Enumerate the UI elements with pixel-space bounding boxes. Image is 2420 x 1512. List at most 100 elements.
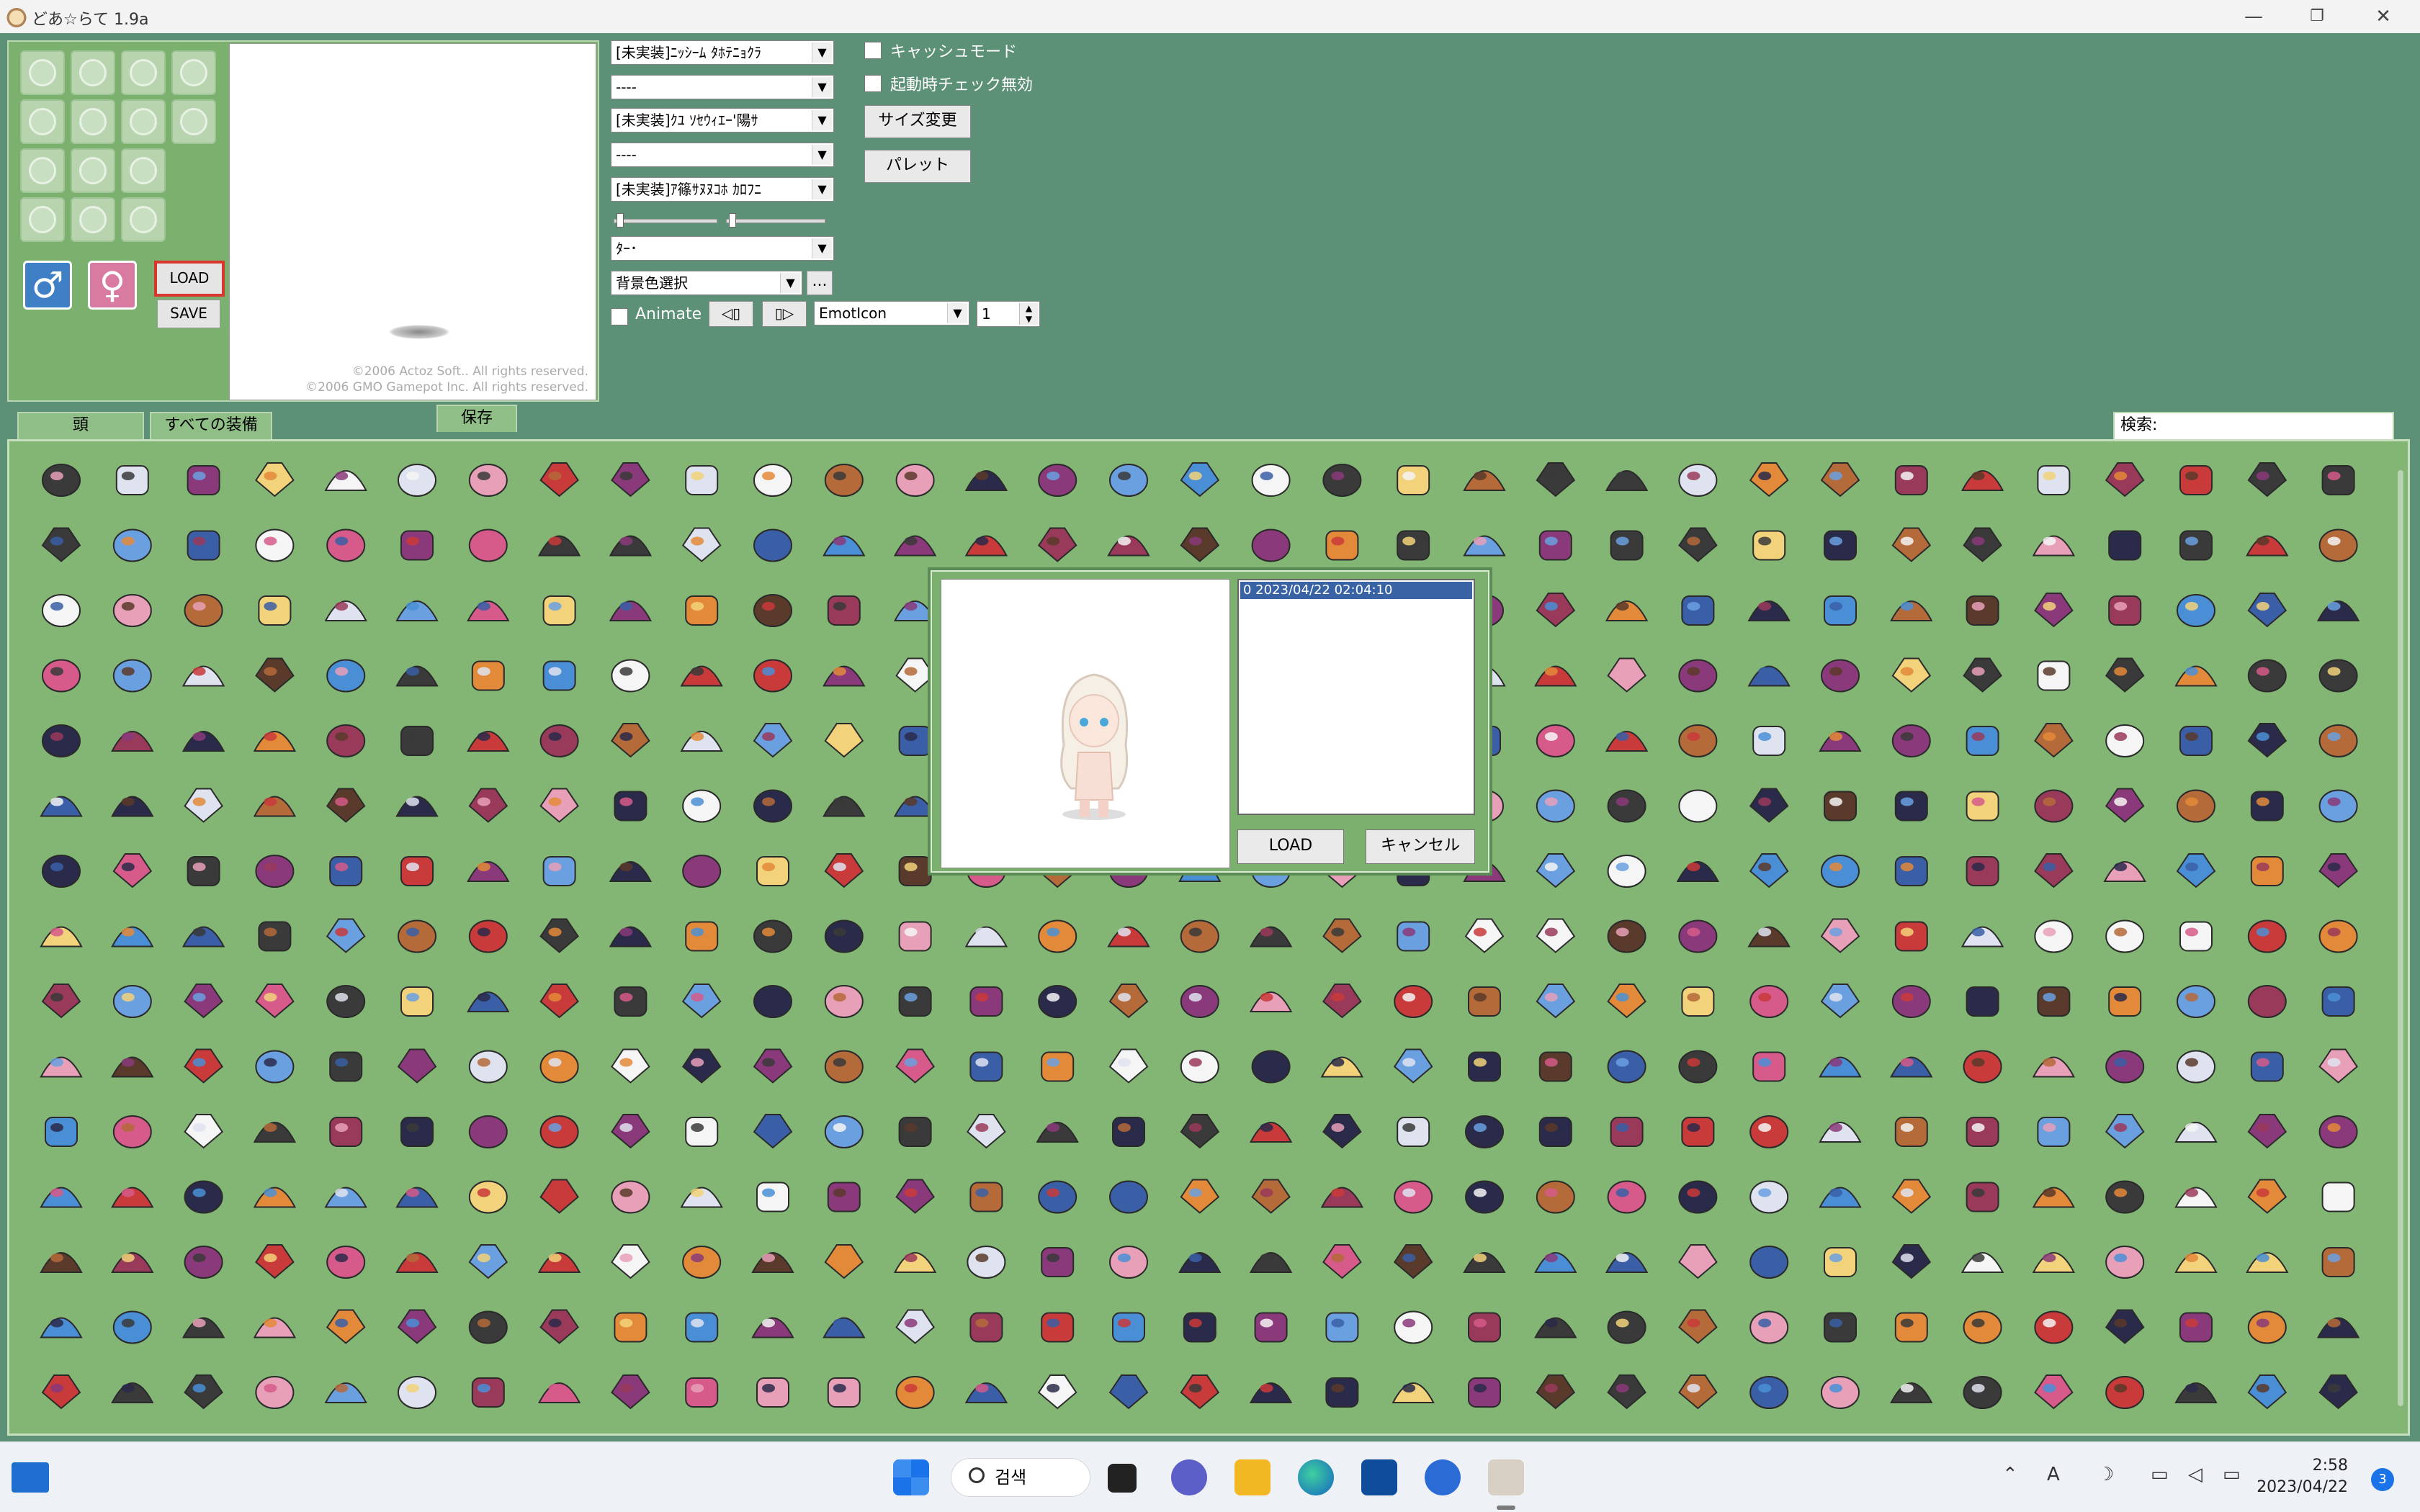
item-icon[interactable] — [326, 724, 366, 757]
item-icon[interactable] — [41, 1374, 81, 1410]
item-icon[interactable] — [898, 856, 932, 886]
task-view-icon[interactable] — [1108, 1464, 1137, 1493]
moon-icon[interactable]: ☽ — [2097, 1464, 2114, 1485]
item-icon[interactable] — [1678, 1309, 1718, 1344]
palette-button[interactable]: パレット — [864, 150, 971, 183]
item-icon[interactable] — [614, 791, 647, 822]
item-icon[interactable] — [685, 921, 719, 952]
taskbar-search[interactable]: 검색 — [951, 1458, 1090, 1497]
item-icon[interactable] — [112, 1310, 152, 1344]
item-icon[interactable] — [1325, 1377, 1359, 1408]
item-icon[interactable] — [397, 1309, 437, 1344]
item-icon[interactable] — [1180, 527, 1220, 562]
item-icon[interactable] — [2103, 861, 2146, 882]
item-icon[interactable] — [1180, 1179, 1220, 1214]
item-icon[interactable] — [1891, 1244, 1932, 1279]
item-icon[interactable] — [1890, 600, 1933, 621]
item-icon[interactable] — [1036, 1122, 1079, 1143]
item-icon[interactable] — [1605, 470, 1649, 491]
item-icon[interactable] — [2318, 789, 2358, 823]
item-icon[interactable] — [609, 600, 653, 621]
item-icon[interactable] — [1891, 527, 1932, 562]
item-icon[interactable] — [1824, 1247, 1857, 1277]
item-icon[interactable] — [467, 861, 510, 882]
item-icon[interactable] — [1607, 855, 1646, 888]
item-icon[interactable] — [753, 594, 792, 627]
item-icon[interactable] — [1325, 530, 1359, 561]
item-icon[interactable] — [895, 1048, 935, 1084]
item-icon[interactable] — [682, 855, 722, 888]
item-icon[interactable] — [964, 926, 1008, 948]
dialog-cancel-button[interactable]: キャンセル — [1366, 829, 1475, 864]
item-icon[interactable] — [1605, 600, 1649, 621]
item-icon[interactable] — [42, 659, 81, 693]
item-icon[interactable] — [1536, 1180, 1575, 1214]
item-icon[interactable] — [1538, 530, 1572, 561]
item-icon[interactable] — [964, 470, 1008, 491]
item-icon[interactable] — [2105, 1246, 2145, 1279]
item-icon[interactable] — [1534, 1252, 1577, 1273]
item-icon[interactable] — [2250, 791, 2284, 822]
item-icon[interactable] — [1109, 1246, 1148, 1279]
hair-color-select[interactable]: ---- ▼ — [611, 75, 834, 99]
item-icon[interactable] — [1752, 1051, 1786, 1082]
item-icon[interactable] — [2176, 853, 2216, 888]
item-icon[interactable] — [395, 1252, 439, 1273]
item-icon[interactable] — [682, 789, 722, 823]
item-icon[interactable] — [2321, 1247, 2355, 1277]
item-icon[interactable] — [400, 986, 434, 1017]
item-icon[interactable] — [2250, 1051, 2284, 1082]
item-icon[interactable] — [468, 1050, 508, 1084]
item-icon[interactable] — [2177, 789, 2215, 823]
item-icon[interactable] — [2034, 1374, 2074, 1410]
item-icon[interactable] — [41, 527, 81, 562]
item-icon[interactable] — [753, 723, 793, 758]
item-icon[interactable] — [681, 984, 722, 1019]
item-icon[interactable] — [111, 1187, 154, 1208]
item-icon[interactable] — [324, 1187, 367, 1208]
item-icon[interactable] — [326, 528, 366, 562]
item-icon[interactable] — [1820, 984, 1860, 1019]
item-icon[interactable] — [1749, 1115, 1789, 1148]
item-icon[interactable] — [1536, 984, 1576, 1019]
item-icon[interactable] — [40, 926, 83, 948]
item-icon[interactable] — [542, 856, 576, 886]
item-icon[interactable] — [893, 535, 937, 557]
item-icon[interactable] — [1891, 724, 1931, 757]
item-icon[interactable] — [471, 1377, 505, 1408]
item-icon[interactable] — [1678, 1244, 1718, 1279]
item-icon[interactable] — [2105, 1050, 2145, 1084]
item-icon[interactable] — [1180, 919, 1219, 953]
item-icon[interactable] — [395, 600, 439, 621]
item-icon[interactable] — [1966, 726, 1999, 756]
close-button[interactable]: ✕ — [2351, 1, 2416, 32]
item-icon[interactable] — [685, 1117, 719, 1147]
item-icon[interactable] — [255, 1376, 295, 1409]
item-icon[interactable] — [969, 1182, 1003, 1212]
item-icon[interactable] — [2174, 1252, 2218, 1273]
dialog-load-button[interactable]: LOAD — [1237, 829, 1344, 864]
item-icon[interactable] — [1180, 1374, 1220, 1410]
item-icon[interactable] — [1678, 1050, 1718, 1084]
item-icon[interactable] — [2108, 530, 2142, 561]
item-icon[interactable] — [2105, 724, 2145, 757]
item-icon[interactable] — [1678, 527, 1718, 562]
item-icon[interactable] — [2318, 528, 2358, 562]
item-icon[interactable] — [1041, 1312, 1075, 1343]
item-icon[interactable] — [898, 986, 932, 1017]
item-icon[interactable] — [1465, 1115, 1504, 1148]
item-icon[interactable] — [609, 861, 653, 882]
item-icon[interactable] — [823, 1317, 866, 1338]
item-icon[interactable] — [324, 600, 367, 621]
item-icon[interactable] — [468, 919, 508, 953]
item-icon[interactable] — [539, 788, 579, 823]
item-icon[interactable] — [1536, 462, 1576, 498]
equip-slot-hair[interactable] — [20, 99, 65, 144]
item-icon[interactable] — [2318, 1115, 2358, 1148]
item-icon[interactable] — [827, 595, 861, 626]
item-icon[interactable] — [2179, 1312, 2213, 1343]
item-icon[interactable] — [2318, 659, 2358, 693]
item-icon[interactable] — [1322, 1114, 1362, 1149]
item-icon[interactable] — [1041, 1051, 1075, 1082]
item-icon[interactable] — [2032, 535, 2076, 557]
